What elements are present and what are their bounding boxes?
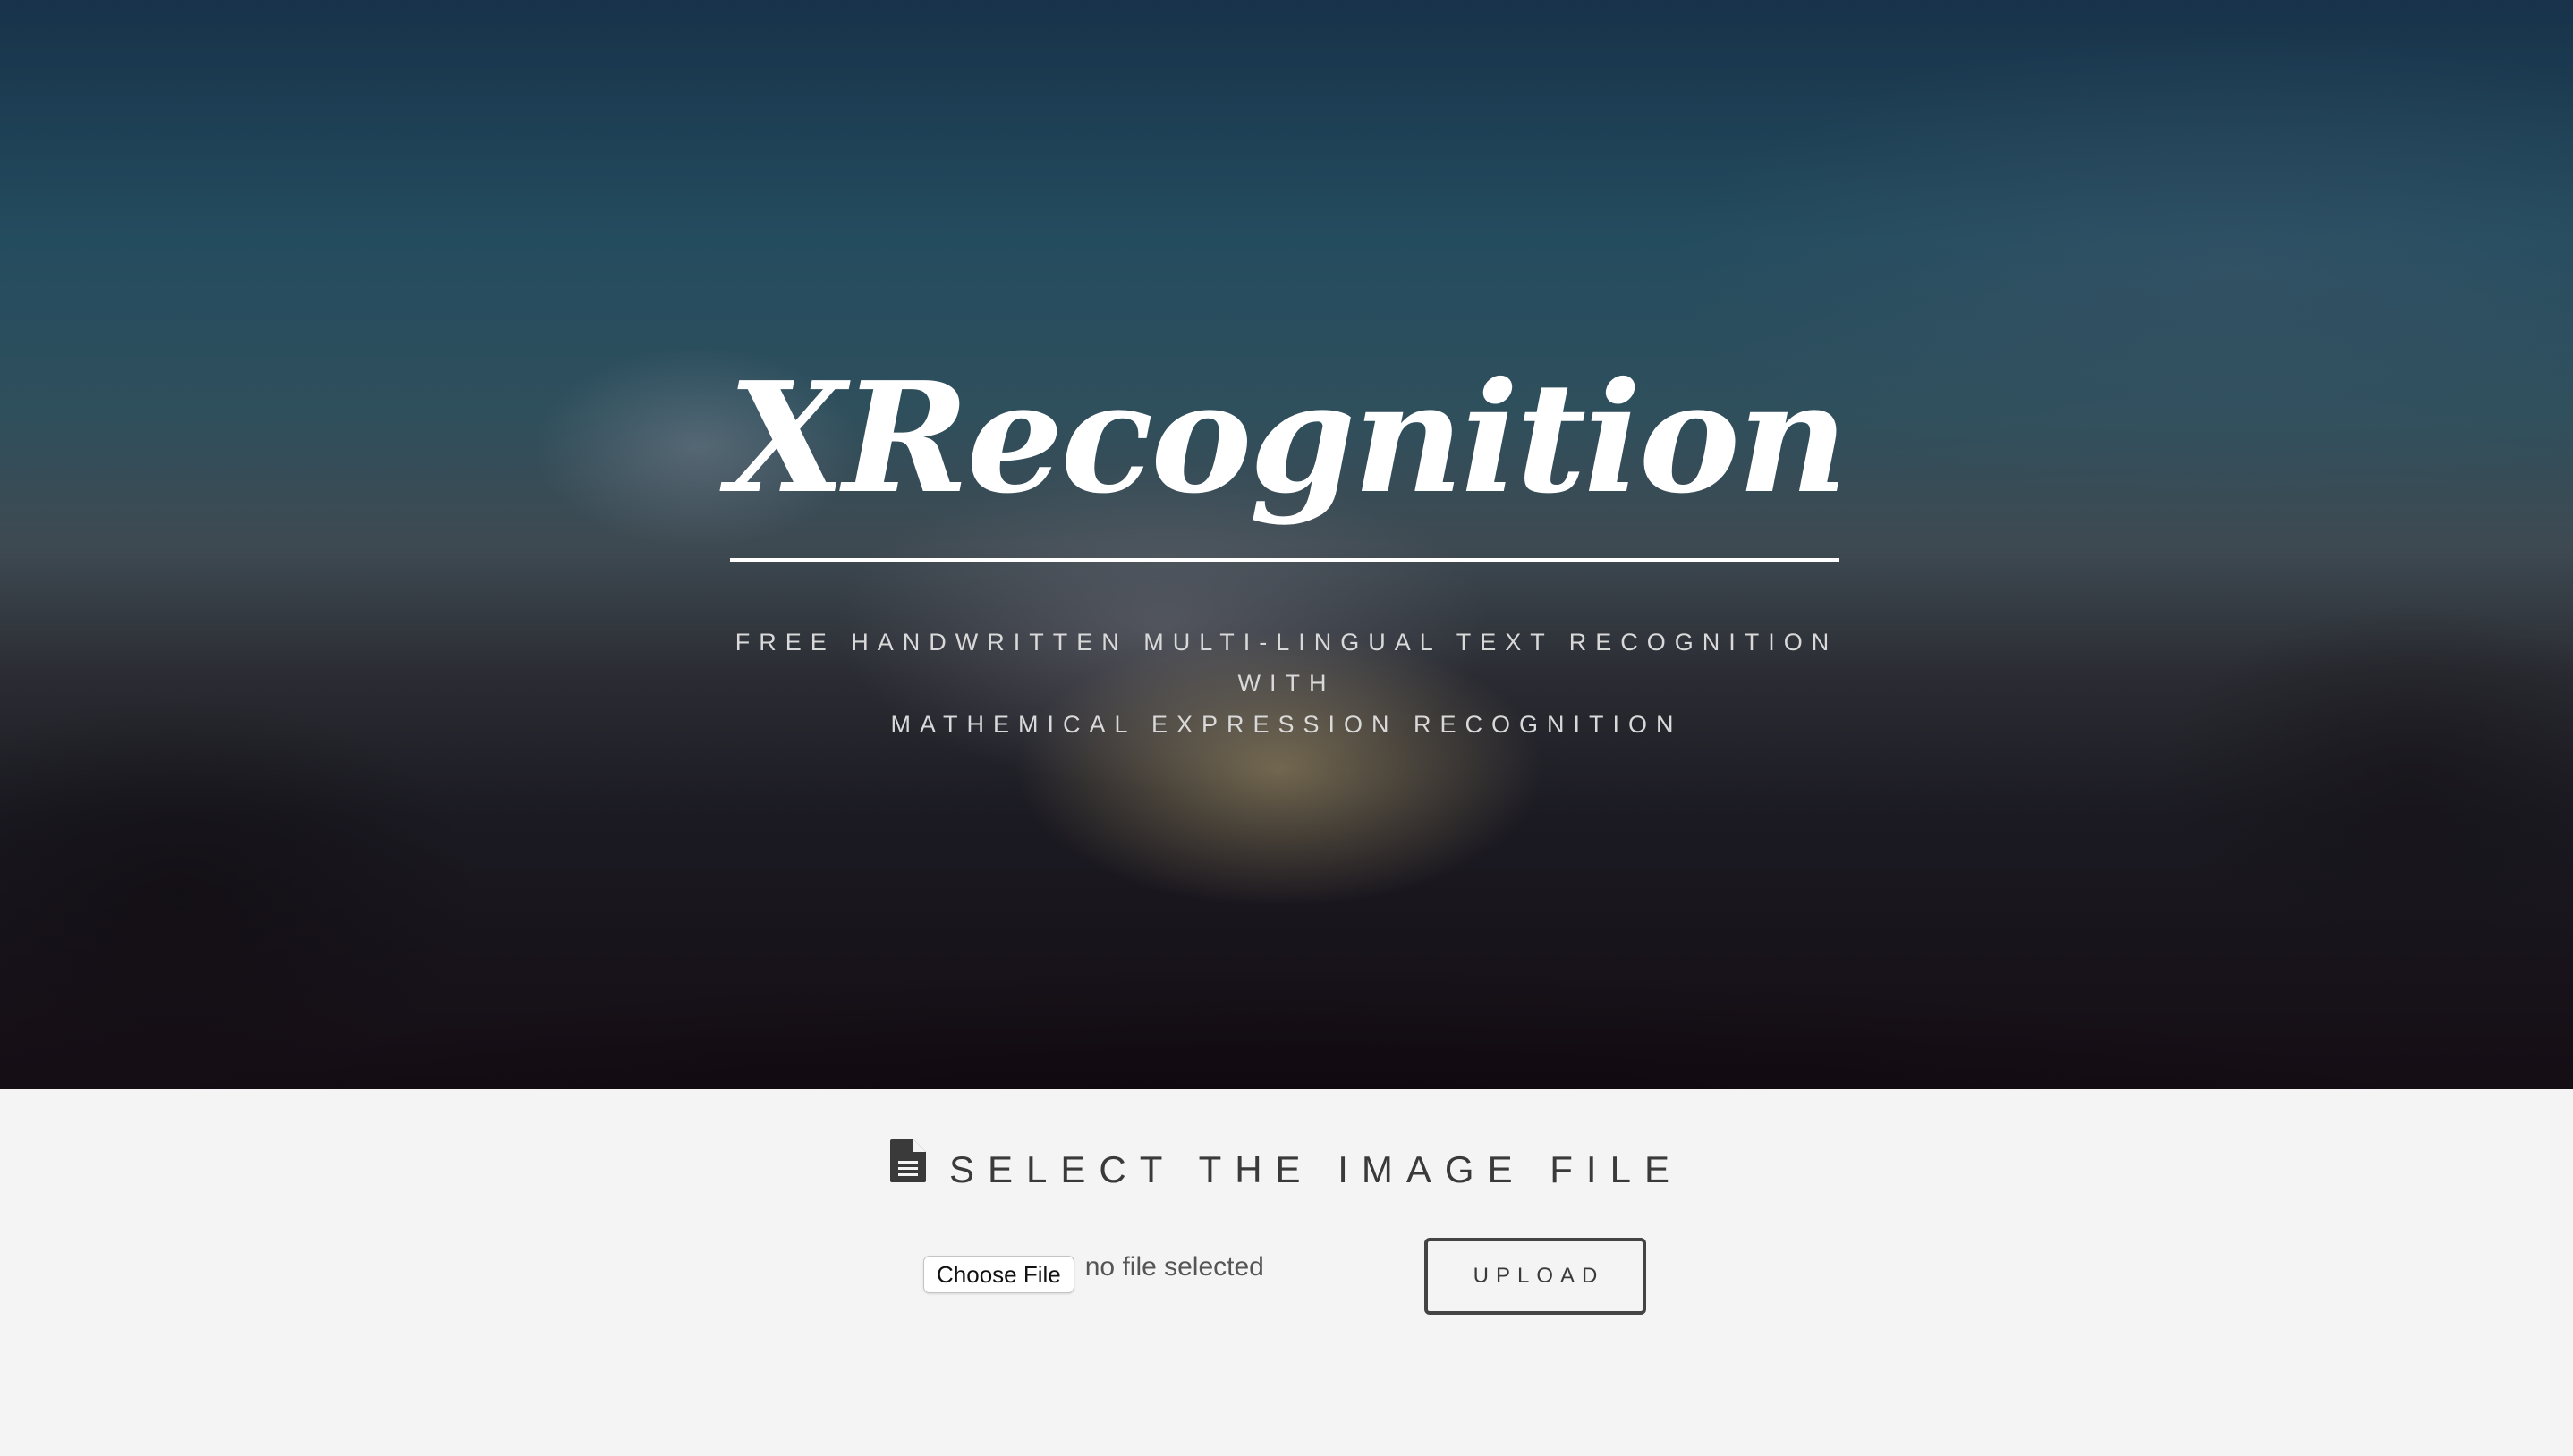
- file-input[interactable]: Choose File no file selected: [923, 1252, 1264, 1293]
- tagline-line-3: MATHEMICAL EXPRESSION RECOGNITION: [890, 711, 1683, 738]
- title-divider: [730, 558, 1839, 562]
- no-file-selected-text: no file selected: [1084, 1252, 1264, 1282]
- file-text-icon: [890, 1139, 927, 1195]
- select-file-heading-text: SELECT THE IMAGE FILE: [949, 1148, 1683, 1191]
- tagline: FREE HANDWRITTEN MULTI-LINGUAL TEXT RECO…: [0, 622, 2573, 745]
- tagline-line-1: FREE HANDWRITTEN MULTI-LINGUAL TEXT RECO…: [735, 629, 1838, 656]
- site-title: XRecognition: [727, 349, 1847, 528]
- background-hill-right: [2036, 501, 2573, 1089]
- hero-banner: XRecognition FREE HANDWRITTEN MULTI-LING…: [0, 0, 2573, 1089]
- select-file-heading: SELECT THE IMAGE FILE: [0, 1139, 2573, 1200]
- tagline-line-2: WITH: [1237, 670, 1336, 697]
- upload-button[interactable]: UPLOAD: [1424, 1238, 1646, 1315]
- choose-file-button[interactable]: Choose File: [923, 1256, 1074, 1293]
